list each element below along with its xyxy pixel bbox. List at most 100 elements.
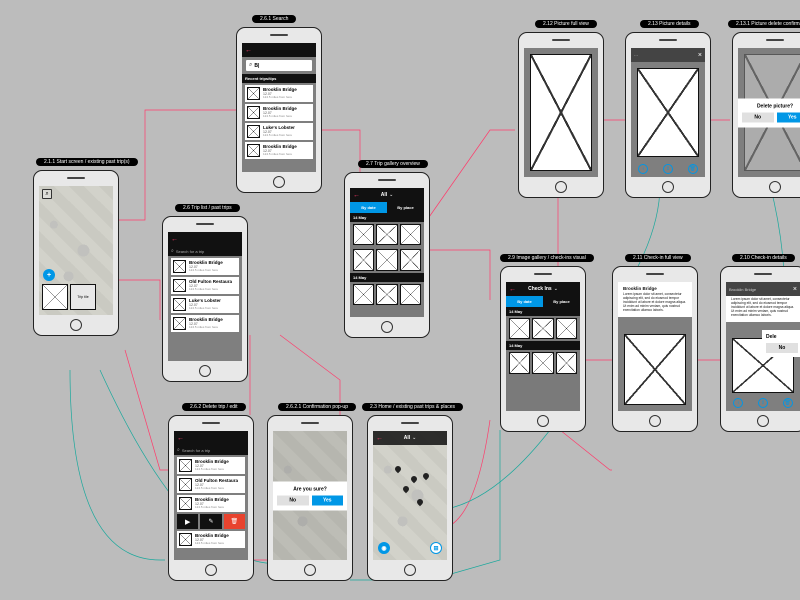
home-button[interactable] <box>273 176 285 188</box>
gallery-section: 14 May <box>350 213 424 222</box>
list-item[interactable]: Brooklin Bridge12.07124.5 miles from her… <box>245 104 313 121</box>
picture[interactable] <box>637 68 699 157</box>
checkin-image[interactable] <box>624 334 686 405</box>
back-icon[interactable]: ← <box>509 286 516 293</box>
list-item[interactable]: Brooklin Bridge12.07124.5 miles from her… <box>177 457 245 474</box>
phone-triplist: ← ⌕Search for a trip Brooklin Bridge12.0… <box>162 216 248 382</box>
action-prev-icon[interactable]: ‹ <box>638 164 648 174</box>
home-button[interactable] <box>769 181 781 193</box>
tab-byplace[interactable]: By place <box>387 202 424 213</box>
gallery-title[interactable]: All <box>381 192 387 198</box>
action-delete-icon[interactable]: 🗑 <box>783 398 793 408</box>
checkin-thumb[interactable] <box>532 318 553 339</box>
back-icon[interactable]: ← <box>177 435 184 442</box>
gallery-thumb[interactable] <box>400 224 421 245</box>
tab-bydate[interactable]: By date <box>506 296 543 307</box>
search-prompt[interactable]: ⌕Search for a trip <box>174 445 248 455</box>
home-button[interactable] <box>70 319 82 331</box>
delete-button[interactable]: 🗑 <box>224 514 245 529</box>
home-button[interactable] <box>555 181 567 193</box>
trip-tile-label[interactable]: Trip tile <box>70 284 96 310</box>
gallery-thumb[interactable] <box>400 249 421 270</box>
home-button[interactable] <box>205 564 217 576</box>
chevron-down-icon[interactable]: ⌄ <box>412 435 416 441</box>
list-item[interactable]: Luke's Lobster12.07124.5 miles from here <box>171 296 239 313</box>
phone-delete-edit: ← ⌕Search for a trip Brooklin Bridge12.0… <box>168 415 254 581</box>
back-icon[interactable]: ← <box>353 192 360 199</box>
checkin-text: Lorem ipsum dolor sit amet, consectetur … <box>726 296 800 322</box>
list-item[interactable]: Brooklin Bridge12.07124.5 miles from her… <box>177 495 245 512</box>
action-prev-icon[interactable]: ‹ <box>733 398 743 408</box>
home-button[interactable] <box>662 181 674 193</box>
locate-button[interactable]: ◉ <box>378 542 390 554</box>
search-header: ← <box>242 43 316 57</box>
phone-checkin-full: Brooklin BridgeLorem ipsum dolor sit ame… <box>612 266 698 432</box>
checkin-thumb[interactable] <box>556 352 577 373</box>
add-button[interactable]: + <box>43 269 55 281</box>
checkin-thumb[interactable] <box>509 318 530 339</box>
screen-title-confirm: 2.6.2.1 Confirmation pop-up <box>278 403 356 411</box>
list-item[interactable]: Brooklin Bridge12.07124.5 miles from her… <box>171 258 239 275</box>
gallery-thumb[interactable] <box>353 224 374 245</box>
map[interactable] <box>373 431 447 560</box>
phone-gallery: ← All⌄ By date By place 14 May 14 May <box>344 172 430 338</box>
back-icon[interactable]: ← <box>376 435 383 442</box>
gallery-thumb[interactable] <box>376 224 397 245</box>
list-item[interactable]: Brooklin Bridge12.07124.5 miles from her… <box>177 531 245 548</box>
home-button[interactable] <box>304 564 316 576</box>
home-button[interactable] <box>404 564 416 576</box>
search-icon[interactable]: ⌕ <box>42 189 52 199</box>
home-button[interactable] <box>381 321 393 333</box>
home-button[interactable] <box>757 415 769 427</box>
gallery-thumb[interactable] <box>376 249 397 270</box>
close-icon[interactable]: × <box>698 52 702 59</box>
search-input[interactable]: ⌕ B| <box>246 60 312 71</box>
list-item[interactable]: Brooklin Bridge12.07124.5 miles from her… <box>171 315 239 332</box>
checkin-thumb[interactable] <box>556 318 577 339</box>
list-item[interactable]: Old Fulton Restaura12.07124.5 miles from… <box>177 476 245 493</box>
action-share-icon[interactable]: ⇪ <box>663 164 673 174</box>
checkin-thumb[interactable] <box>509 352 530 373</box>
home-button[interactable] <box>199 365 211 377</box>
gallery-thumb[interactable] <box>376 284 397 305</box>
list-item[interactable]: Old Fulton Restaura12.07124.5 miles from… <box>171 277 239 294</box>
gallery-thumb[interactable] <box>353 284 374 305</box>
list-item[interactable]: Brooklin Bridge12.07124.5 miles from her… <box>245 85 313 102</box>
list-item[interactable]: Luke's Lobster12.07124.5 miles from here <box>245 123 313 140</box>
home-button[interactable] <box>649 415 661 427</box>
screen-title-delete: 2.6.2 Delete trip / edit <box>182 403 246 411</box>
yes-button[interactable]: Yes <box>312 495 344 505</box>
gallery-thumb[interactable] <box>353 249 374 270</box>
yes-button[interactable]: Yes <box>777 112 800 122</box>
layers-button[interactable]: ⊞ <box>430 542 442 554</box>
phone-search: ← ⌕ B| Recent trips/tips Brooklin Bridge… <box>236 27 322 193</box>
chevron-down-icon[interactable]: ⌄ <box>389 192 393 198</box>
action-delete-icon[interactable]: 🗑 <box>688 164 698 174</box>
close-icon[interactable]: × <box>793 286 797 293</box>
screen-title-gallery: 2.7 Trip gallery overview <box>358 160 428 168</box>
trip-tile[interactable] <box>42 284 68 310</box>
phone-checkins: ←Check Ins⌄ By dateBy place 14 May 14 Ma… <box>500 266 586 432</box>
back-icon[interactable]: ← <box>171 236 178 243</box>
pic-details-header: ⋯× <box>631 48 705 62</box>
list-item[interactable]: Brooklin Bridge12.07124.5 miles from her… <box>245 142 313 159</box>
phone-pic-details: ⋯× ‹ ⇪ 🗑 <box>625 32 711 198</box>
play-button[interactable]: ▶ <box>177 514 198 529</box>
action-share-icon[interactable]: ⇪ <box>758 398 768 408</box>
home-button[interactable] <box>537 415 549 427</box>
no-button[interactable]: No <box>277 495 309 505</box>
checkin-thumb[interactable] <box>532 352 553 373</box>
tab-bydate[interactable]: By date <box>350 202 387 213</box>
tab-byplace[interactable]: By place <box>543 296 580 307</box>
back-icon[interactable]: ← <box>245 47 252 54</box>
gallery-thumb[interactable] <box>400 284 421 305</box>
edit-button[interactable]: ✎ <box>200 514 221 529</box>
no-button[interactable]: No <box>742 112 774 122</box>
picture-full[interactable] <box>530 54 592 171</box>
triplist-header: ← <box>168 232 242 246</box>
chevron-down-icon[interactable]: ⌄ <box>554 286 558 292</box>
gallery-section: 14 May <box>350 273 424 282</box>
no-button[interactable]: No <box>766 343 798 353</box>
search-prompt[interactable]: ⌕Search for a trip <box>168 246 242 256</box>
checkin-section: 14 May <box>506 341 580 350</box>
